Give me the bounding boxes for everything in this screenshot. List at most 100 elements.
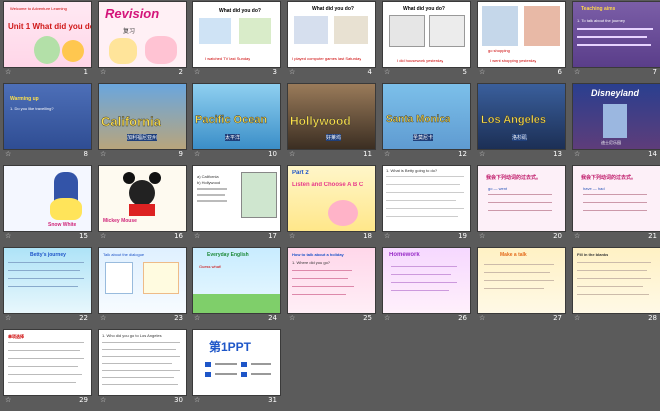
slide-23[interactable]: Talk about the dialogue ☆ 23 <box>99 248 193 329</box>
slide-subtitle: 太平洋 <box>225 134 241 141</box>
slide-title: Hollywood <box>290 114 351 128</box>
slide-13[interactable]: Los Angeles 洛杉矶 ☆ 13 <box>478 84 572 165</box>
slide-thumbnail[interactable]: a) California b) Hollywood <box>193 166 280 231</box>
slide-thumbnail[interactable]: What did you do? I watched TV last Sunda… <box>193 2 280 67</box>
slide-12[interactable]: Santa Monica 圣莫尼卡 ☆ 12 <box>383 84 477 165</box>
slide-16[interactable]: Mickey Mouse ☆ 16 <box>99 166 193 247</box>
slide-thumbnail[interactable]: Talk about the dialogue <box>99 248 186 313</box>
slide-title: Teaching aims <box>581 6 616 12</box>
slide-15[interactable]: Snow White ☆ 15 <box>4 166 98 247</box>
slide-thumbnail[interactable]: Snow White <box>4 166 91 231</box>
slide-thumbnail[interactable]: What did you do? I played computer games… <box>288 2 375 67</box>
slide-number: 25 <box>363 314 372 322</box>
slide-22[interactable]: Betty's journey ☆ 22 <box>4 248 98 329</box>
slide-thumbnail[interactable]: 单项选择 <box>4 330 91 395</box>
slide-14[interactable]: Disneyland 迪士尼乐园 ☆ 14 <box>573 84 660 165</box>
slide-thumbnail[interactable]: 1. What is Betty going to do? <box>383 166 470 231</box>
slide-thumbnail[interactable]: Santa Monica 圣莫尼卡 <box>383 84 470 149</box>
slide-26[interactable]: Homework ☆ 26 <box>383 248 477 329</box>
slide-9[interactable]: California 加利福尼亚州 ☆ 9 <box>99 84 193 165</box>
slide-title: Fill in the blanks <box>577 252 609 257</box>
slide-subtitle: 好莱坞 <box>326 134 342 141</box>
slide-20[interactable]: 我会下列动词的过去式。 go — went ☆ 20 <box>478 166 572 247</box>
slide-7[interactable]: Teaching aims 1. To talk about the journ… <box>573 2 660 83</box>
slide-title: go shopping <box>488 48 510 53</box>
slide-30[interactable]: 1. Who did you go to Los Angeles ☆ 30 <box>99 330 193 411</box>
slide-28[interactable]: Fill in the blanks ☆ 28 <box>573 248 660 329</box>
slide-thumbnail[interactable]: Los Angeles 洛杉矶 <box>478 84 565 149</box>
slide-number: 11 <box>363 150 372 158</box>
slide-31[interactable]: 第1PPT ☆ 31 <box>193 330 287 411</box>
slide-thumbnail[interactable]: Betty's journey <box>4 248 91 313</box>
slide-title: Snow White <box>48 222 77 228</box>
slide-21[interactable]: 我会下列动词的过去式。 have — had ☆ 21 <box>573 166 660 247</box>
slide-1[interactable]: Welcome to Adventure Learning Unit 1 Wha… <box>4 2 98 83</box>
slide-thumbnail[interactable]: Warming up 1. Do you like travelling? <box>4 84 91 149</box>
star-icon: ☆ <box>100 150 107 158</box>
star-icon: ☆ <box>100 396 107 404</box>
slide-thumbnail[interactable]: How to talk about a holiday 1. Where did… <box>288 248 375 313</box>
slide-3[interactable]: What did you do? I watched TV last Sunda… <box>193 2 287 83</box>
slide-title: Unit 1 What did you do? <box>8 22 91 31</box>
star-icon: ☆ <box>100 314 107 322</box>
slide-11[interactable]: Hollywood 好莱坞 ☆ 11 <box>288 84 382 165</box>
slide-thumbnail[interactable]: Mickey Mouse <box>99 166 186 231</box>
slide-thumbnail[interactable]: Make a talk <box>478 248 565 313</box>
slide-number: 29 <box>79 396 88 404</box>
star-icon: ☆ <box>194 68 201 76</box>
slide-title: 单项选择 <box>8 334 24 339</box>
slide-subtitle: 圣莫尼卡 <box>413 134 434 141</box>
slide-29[interactable]: 单项选择 ☆ 29 <box>4 330 98 411</box>
slide-8[interactable]: Warming up 1. Do you like travelling? ☆ … <box>4 84 98 165</box>
slide-thumbnail[interactable]: Everyday English Guess what! <box>193 248 280 313</box>
slide-thumbnail[interactable]: Pacific Ocean 太平洋 <box>193 84 280 149</box>
slide-thumbnail[interactable]: 我会下列动词的过去式。 have — had <box>573 166 660 231</box>
slide-thumbnail[interactable]: Revision 复习 <box>99 2 186 67</box>
slide-5[interactable]: What did you do? I did housework yesterd… <box>383 2 477 83</box>
slide-thumbnail[interactable]: 我会下列动词的过去式。 go — went <box>478 166 565 231</box>
slide-thumbnail[interactable]: Homework <box>383 248 470 313</box>
slide-title: 1. What is Betty going to do? <box>386 168 438 173</box>
slide-subtitle: I watched TV last Sunday <box>205 56 251 61</box>
slide-thumbnail[interactable]: Fill in the blanks <box>573 248 660 313</box>
slide-number: 14 <box>648 150 657 158</box>
star-icon: ☆ <box>289 150 296 158</box>
slide-19[interactable]: 1. What is Betty going to do? ☆ 19 <box>383 166 477 247</box>
slide-2[interactable]: Revision 复习 ☆ 2 <box>99 2 193 83</box>
slide-number: 13 <box>553 150 562 158</box>
slide-25[interactable]: How to talk about a holiday 1. Where did… <box>288 248 382 329</box>
star-icon: ☆ <box>5 150 12 158</box>
slide-thumbnail[interactable]: Disneyland 迪士尼乐园 <box>573 84 660 149</box>
slide-24[interactable]: Everyday English Guess what! ☆ 24 <box>193 248 287 329</box>
slide-4[interactable]: What did you do? I played computer games… <box>288 2 382 83</box>
slide-thumbnail[interactable]: 1. Who did you go to Los Angeles <box>99 330 186 395</box>
slide-title: Talk about the dialogue <box>103 252 145 257</box>
slide-thumbnail[interactable]: What did you do? I did housework yesterd… <box>383 2 470 67</box>
slide-10[interactable]: Pacific Ocean 太平洋 ☆ 10 <box>193 84 287 165</box>
slide-title: Pacific Ocean <box>195 114 268 126</box>
slide-6[interactable]: go shopping I went shopping yesterday ☆ … <box>478 2 572 83</box>
slide-title: Part 2 <box>292 170 309 176</box>
star-icon: ☆ <box>5 396 12 404</box>
slide-subtitle: 1. Do you like travelling? <box>10 106 54 111</box>
slide-number: 10 <box>268 150 277 158</box>
slide-thumbnail[interactable]: Teaching aims 1. To talk about the journ… <box>573 2 660 67</box>
slide-subtitle: I went shopping yesterday <box>490 58 537 63</box>
slide-number: 30 <box>174 396 183 404</box>
slide-27[interactable]: Make a talk ☆ 27 <box>478 248 572 329</box>
slide-subtitle: 加利福尼亚州 <box>127 134 158 141</box>
slide-title: How to talk about a holiday <box>292 252 344 257</box>
slide-title: Everyday English <box>207 252 249 258</box>
slide-thumbnail[interactable]: Welcome to Adventure Learning Unit 1 Wha… <box>4 2 91 67</box>
slide-title: 我会下列动词的过去式。 <box>486 175 542 181</box>
slide-thumbnail[interactable]: 第1PPT <box>193 330 280 395</box>
slide-18[interactable]: Part 2 Listen and Choose A B C ☆ 18 <box>288 166 382 247</box>
star-icon: ☆ <box>5 232 12 240</box>
star-icon: ☆ <box>384 232 391 240</box>
slide-17[interactable]: a) California b) Hollywood ☆ 17 <box>193 166 287 247</box>
slide-thumbnail[interactable]: California 加利福尼亚州 <box>99 84 186 149</box>
slide-thumbnail[interactable]: Hollywood 好莱坞 <box>288 84 375 149</box>
slide-thumbnail[interactable]: go shopping I went shopping yesterday <box>478 2 565 67</box>
star-icon: ☆ <box>194 232 201 240</box>
slide-thumbnail[interactable]: Part 2 Listen and Choose A B C <box>288 166 375 231</box>
